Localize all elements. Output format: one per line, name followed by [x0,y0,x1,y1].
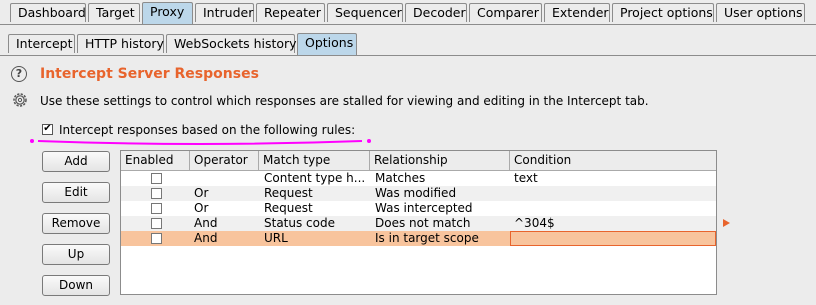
down-button[interactable]: Down [42,275,110,296]
row-operator: Or [194,186,209,200]
row-match-type: Content type h... [264,171,366,185]
column-header-relationship[interactable]: Relationship [370,151,510,170]
row-operator: And [194,216,218,230]
table-row[interactable]: Or Request Was intercepted [121,201,716,216]
row-condition: ^304$ [514,216,555,230]
row-match-type: Request [264,186,313,200]
row-relationship: Is in target scope [375,231,479,245]
row-operator: Or [194,201,209,215]
tab-intercept[interactable]: Intercept [8,34,75,53]
tab-user-options[interactable]: User options [716,3,805,22]
row-operator: And [194,231,218,245]
table-header: Enabled Operator Match type Relationship… [121,151,716,171]
intercept-responses-label: Intercept responses based on the followi… [59,123,356,137]
tab-sequencer[interactable]: Sequencer [327,3,403,22]
row-match-type: Status code [264,216,335,230]
row-relationship: Was intercepted [375,201,473,215]
condition-edit-field[interactable] [510,231,716,246]
row-enabled-checkbox[interactable] [151,203,162,214]
row-relationship: Was modified [375,186,457,200]
tab-websockets-history[interactable]: WebSockets history [166,34,297,53]
main-tab-divider [0,24,816,31]
tab-comparer[interactable]: Comparer [469,3,542,22]
tab-decoder[interactable]: Decoder [405,3,467,22]
tab-options[interactable]: Options [297,33,357,55]
row-condition: text [514,171,538,185]
section-title: Intercept Server Responses [40,66,259,82]
table-row[interactable]: Or Request Was modified [121,186,716,201]
remove-button[interactable]: Remove [42,213,110,234]
column-header-match-type[interactable]: Match type [259,151,370,170]
tab-http-history[interactable]: HTTP history [77,34,164,53]
row-operator [190,171,259,186]
row-indicator-arrow-icon [723,219,730,227]
main-tab-bar: Dashboard Target Proxy Intruder Repeater… [0,0,816,24]
row-enabled-checkbox[interactable] [151,218,162,229]
tab-extender[interactable]: Extender [544,3,610,22]
column-header-condition[interactable]: Condition [510,151,716,170]
column-header-enabled[interactable]: Enabled [121,151,190,170]
table-row-selected[interactable]: And URL Is in target scope [121,231,716,246]
row-condition [510,186,716,201]
tab-target[interactable]: Target [88,3,140,22]
section-description: Use these settings to control which resp… [40,94,649,108]
table-row[interactable]: And Status code Does not match ^304$ [121,216,716,231]
tab-intruder[interactable]: Intruder [195,3,254,22]
up-button[interactable]: Up [42,244,110,265]
tab-proxy[interactable]: Proxy [142,2,193,24]
help-icon[interactable]: ? [11,66,27,82]
tab-repeater[interactable]: Repeater [256,3,325,22]
table-row[interactable]: Content type h... Matches text [121,171,716,186]
row-enabled-checkbox[interactable] [151,188,162,199]
row-condition [510,201,716,216]
row-enabled-checkbox[interactable] [151,233,162,244]
gear-icon[interactable] [11,91,29,109]
row-match-type: Request [264,201,313,215]
edit-button[interactable]: Edit [42,182,110,203]
tab-project-options[interactable]: Project options [612,3,714,22]
sub-tab-divider [0,55,816,56]
intercept-responses-checkbox[interactable]: ✔ [42,124,53,135]
row-match-type: URL [264,231,288,245]
add-button[interactable]: Add [42,151,110,172]
sub-tab-bar: Intercept HTTP history WebSockets histor… [0,31,816,55]
row-relationship: Does not match [375,216,471,230]
rules-table[interactable]: Enabled Operator Match type Relationship… [120,150,717,295]
row-relationship: Matches [375,171,426,185]
row-enabled-checkbox[interactable] [151,173,162,184]
column-header-operator[interactable]: Operator [190,151,259,170]
tab-dashboard[interactable]: Dashboard [10,3,86,22]
